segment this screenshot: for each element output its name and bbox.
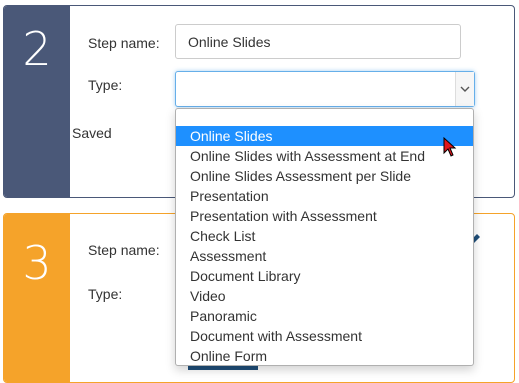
dropdown-option[interactable]: Presentation with Assessment: [176, 206, 473, 226]
saved-status: Saved: [72, 125, 112, 141]
dropdown-option[interactable]: Online Slides with Assessment at End: [176, 146, 473, 166]
type-label: Type:: [88, 286, 123, 302]
dropdown-option[interactable]: Online Slides: [176, 126, 473, 146]
dropdown-option[interactable]: Presentation: [176, 186, 473, 206]
dropdown-option[interactable]: Video: [176, 286, 473, 306]
dropdown-option[interactable]: Panoramic: [176, 306, 473, 326]
type-dropdown-list[interactable]: Online Slides Online Slides with Assessme…: [175, 108, 474, 366]
dropdown-option[interactable]: Document with Assessment: [176, 326, 473, 346]
step-number: 3: [4, 214, 70, 382]
dropdown-option[interactable]: Online Slides Assessment per Slide: [176, 166, 473, 186]
dropdown-option[interactable]: Document Library: [176, 266, 473, 286]
type-select[interactable]: [175, 71, 475, 107]
step-number: 2: [4, 6, 70, 197]
dropdown-option[interactable]: Check List: [176, 226, 473, 246]
type-label: Type:: [88, 77, 123, 93]
dropdown-option[interactable]: Assessment: [176, 246, 473, 266]
step-name-input[interactable]: Online Slides: [175, 24, 461, 59]
mouse-cursor-icon: [443, 136, 457, 162]
step-name-label: Step name:: [88, 242, 160, 258]
chevron-down-icon[interactable]: [455, 72, 474, 106]
step-name-label: Step name:: [88, 35, 160, 51]
step-name-value: Online Slides: [188, 33, 271, 50]
dropdown-option[interactable]: Online Form: [176, 346, 473, 366]
